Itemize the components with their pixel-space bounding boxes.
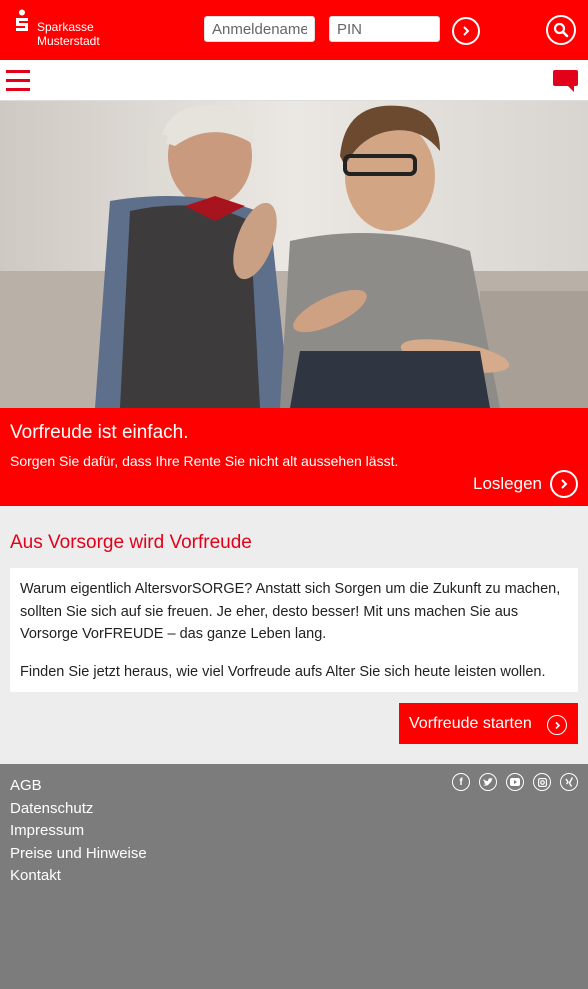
footer-link-kontakt[interactable]: Kontakt (10, 865, 147, 888)
loslegen-label: Loslegen (472, 474, 542, 493)
logo-line-1: Sparkasse (37, 20, 94, 34)
vorfreude-starten-button[interactable]: Vorfreude starten (399, 703, 578, 744)
chevron-right-icon (550, 470, 578, 498)
content-paragraph: Warum eigentlich AltersvorSORGE? Anstatt… (20, 581, 561, 642)
search-icon (553, 22, 569, 38)
nav-bar (0, 60, 588, 101)
username-input[interactable] (204, 16, 315, 42)
hero-photo (0, 101, 588, 408)
twitter-icon[interactable] (479, 773, 497, 791)
top-bar: Sparkasse Musterstadt (0, 0, 588, 60)
loslegen-button[interactable]: Loslegen (473, 470, 578, 498)
xing-icon[interactable] (560, 773, 578, 791)
teaser-title: Vorfreude ist einfach. (10, 422, 189, 443)
footer-links: AGB Datenschutz Impressum Preise und Hin… (10, 775, 147, 888)
logo-line-2: Musterstadt (37, 34, 100, 48)
facebook-icon[interactable]: f (452, 773, 470, 791)
footer: AGB Datenschutz Impressum Preise und Hin… (0, 764, 588, 989)
hamburger-menu-icon[interactable] (6, 70, 30, 92)
pin-input[interactable] (329, 16, 440, 42)
hero-image (0, 101, 588, 408)
footer-link-preise[interactable]: Preise und Hinweise (10, 843, 147, 866)
login-submit-button[interactable] (452, 17, 480, 45)
teaser-banner: Vorfreude ist einfach. Sorgen Sie dafür,… (0, 408, 588, 506)
teaser-subtitle: Sorgen Sie dafür, dass Ihre Rente Sie ni… (10, 453, 399, 469)
instagram-icon[interactable] (533, 773, 551, 791)
youtube-icon[interactable] (506, 773, 524, 791)
footer-link-impressum[interactable]: Impressum (10, 820, 147, 843)
logo-text: Sparkasse Musterstadt (37, 20, 100, 48)
vorfreude-starten-label: Vorfreude starten (409, 714, 532, 732)
sparkasse-logo[interactable]: Sparkasse Musterstadt (14, 9, 124, 53)
content-box: Warum eigentlich AltersvorSORGE? Anstatt… (10, 568, 578, 692)
search-button[interactable] (546, 15, 576, 45)
section-heading: Aus Vorsorge wird Vorfreude (10, 532, 252, 553)
content-paragraph: Finden Sie jetzt heraus, wie viel Vorfre… (20, 663, 546, 680)
sparkasse-s-icon (16, 9, 28, 31)
footer-link-datenschutz[interactable]: Datenschutz (10, 798, 147, 821)
footer-link-agb[interactable]: AGB (10, 775, 147, 798)
chat-bubble-icon[interactable] (552, 69, 579, 93)
chevron-right-icon (463, 26, 470, 36)
chevron-right-icon (547, 715, 567, 735)
